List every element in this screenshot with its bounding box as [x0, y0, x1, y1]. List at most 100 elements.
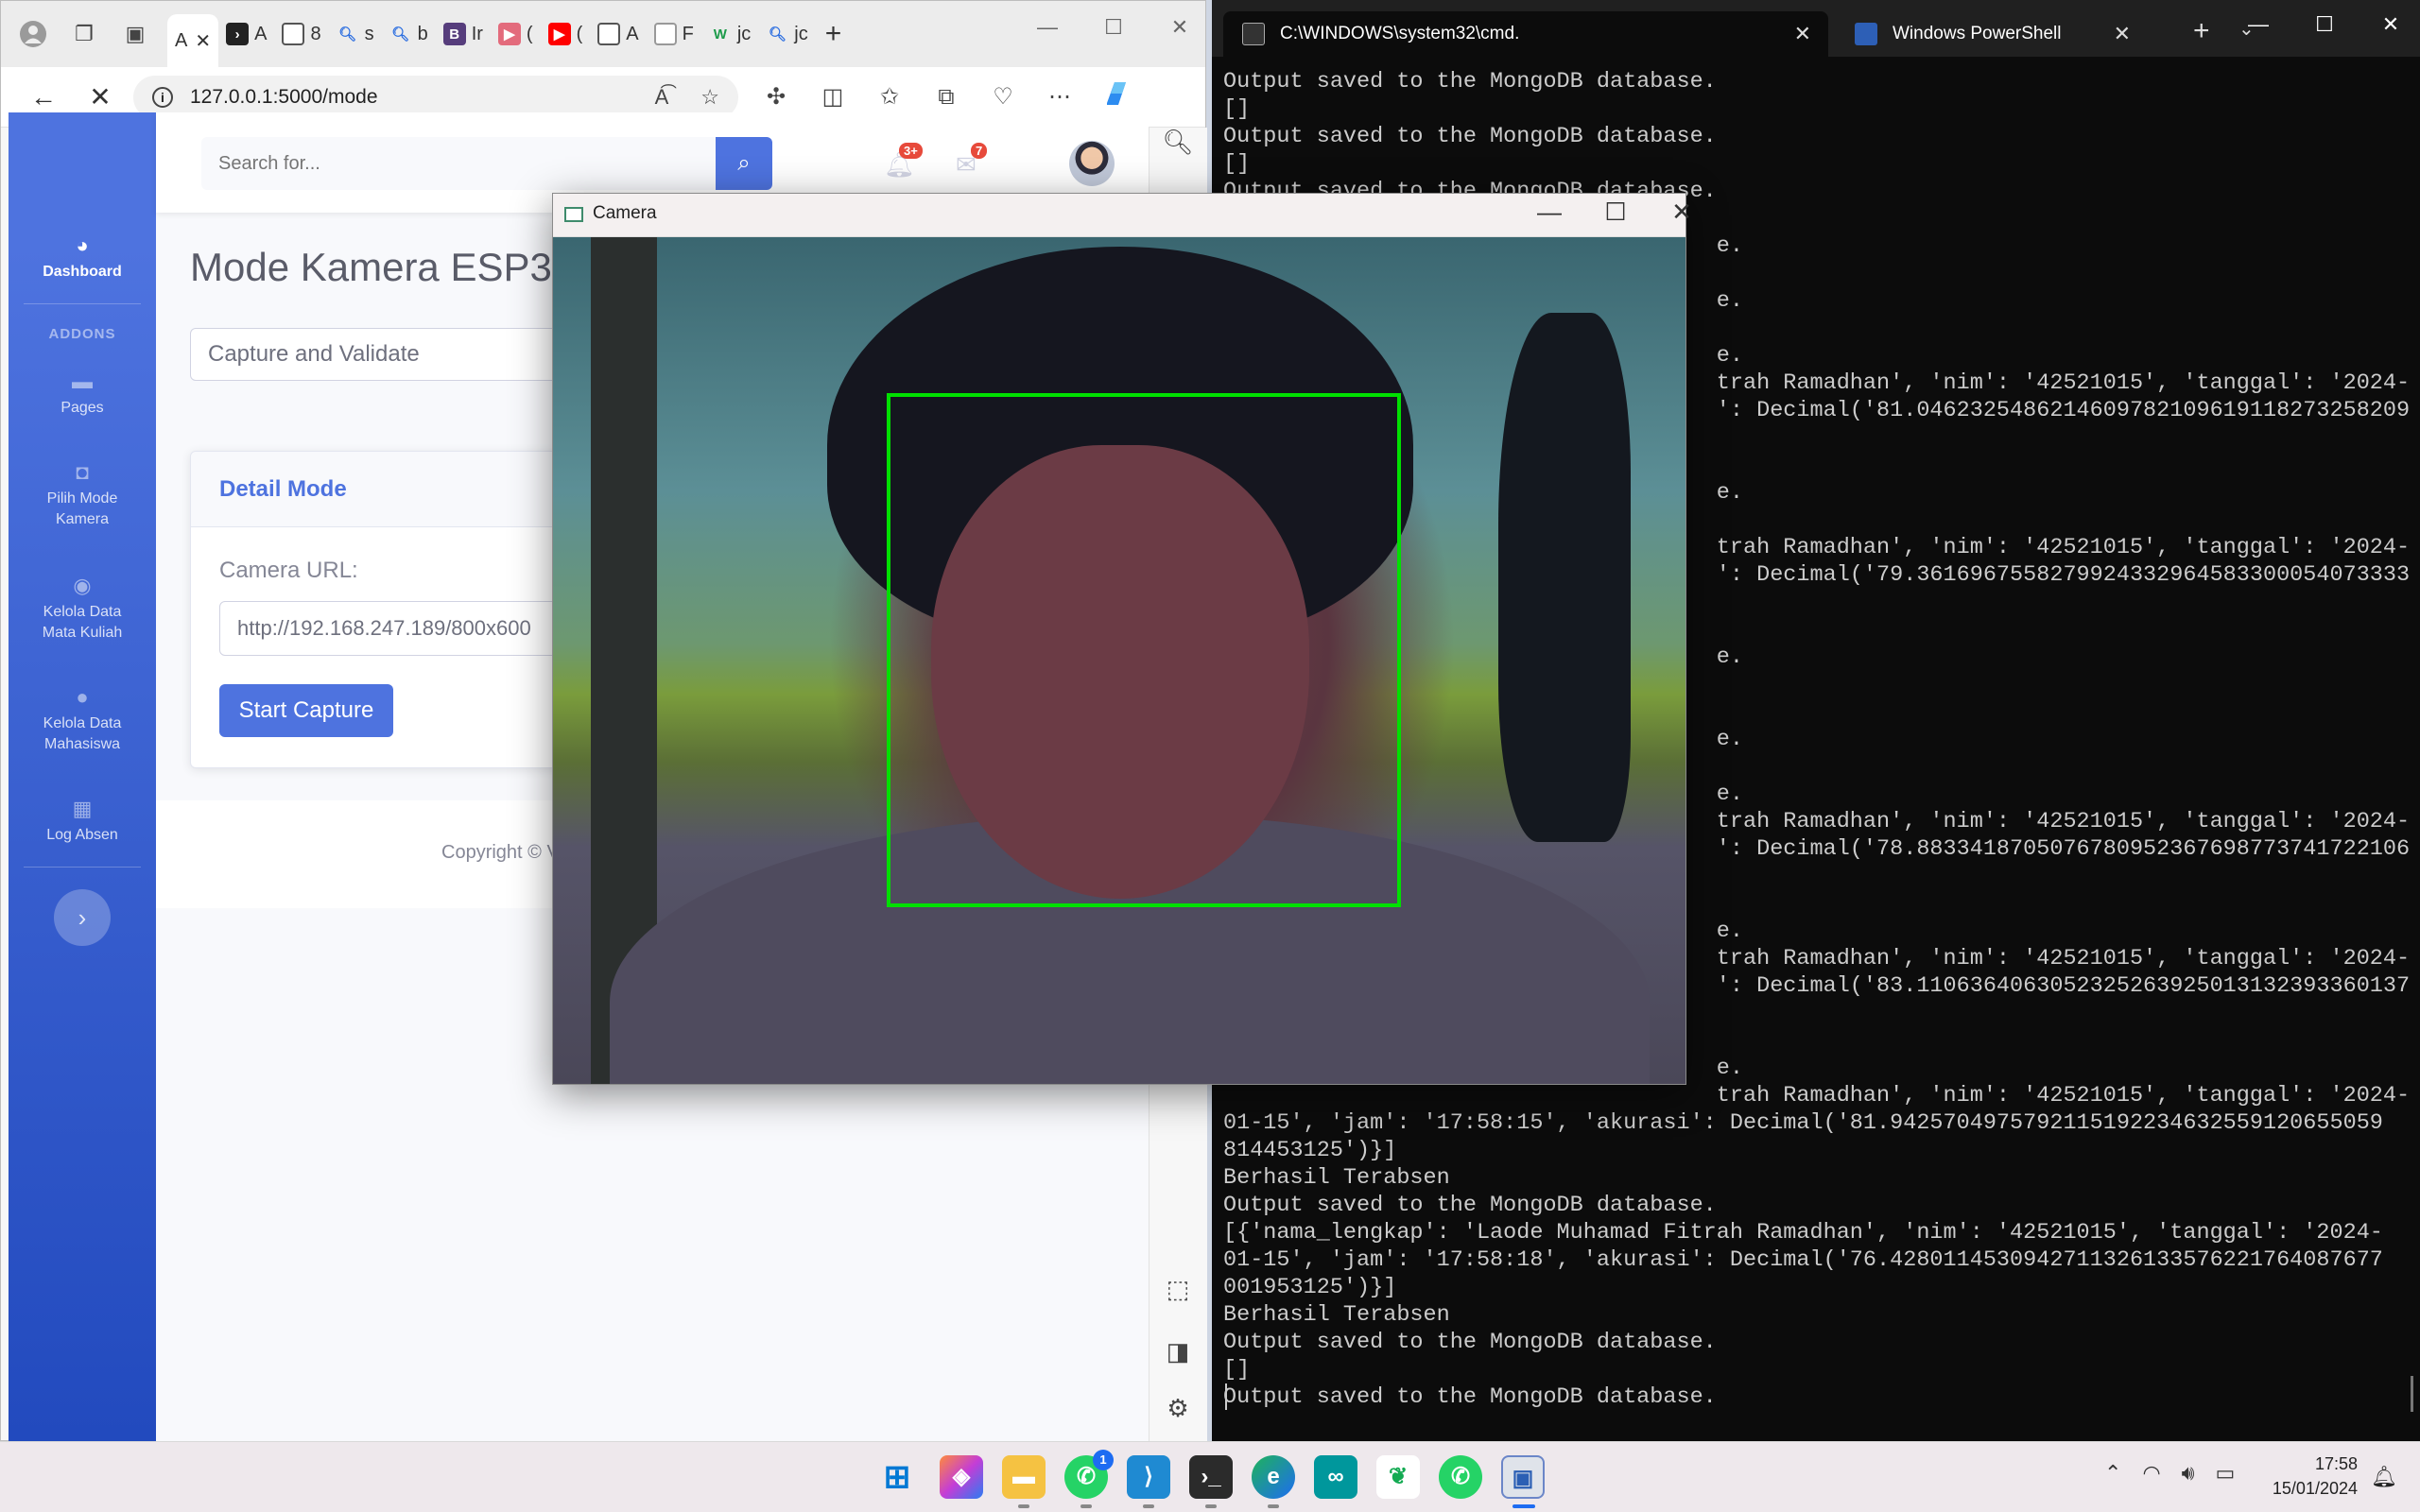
- mongodb-compass-icon[interactable]: ❦: [1376, 1455, 1420, 1499]
- terminal-line: trah Ramadhan', 'nim': '42521015', 'tang…: [1223, 1083, 2411, 1108]
- tab-title: (: [526, 23, 533, 44]
- app-sidebar: ◕ Dashboard ADDONS ▬ Pages ◘ Pilih Mode …: [9, 112, 156, 1441]
- tab-title: F: [682, 23, 694, 44]
- messages-envelope-icon[interactable]: ✉ 7: [956, 143, 988, 180]
- eye-icon: ◉: [73, 574, 92, 597]
- browser-tab[interactable]: ▶(: [541, 11, 591, 57]
- close-tab-icon[interactable]: ✕: [195, 29, 211, 53]
- terminal-line: []: [1223, 96, 1251, 122]
- favorite-star-icon[interactable]: ☆: [700, 85, 719, 110]
- screenshot-icon[interactable]: ⬚: [1150, 1275, 1206, 1304]
- browser-essentials-icon[interactable]: ♡: [975, 83, 1031, 111]
- minimize-icon[interactable]: —: [1014, 9, 1080, 46]
- file-explorer-icon[interactable]: ▬: [1002, 1455, 1046, 1499]
- camera-app-icon: [564, 207, 583, 222]
- sidebar-item-pilih-mode-kamera[interactable]: ◘ Pilih Mode Kamera: [9, 462, 156, 530]
- terminal-icon[interactable]: ›_: [1189, 1455, 1233, 1499]
- sidebar-item-kelola-mahasiswa[interactable]: ● Kelola Data Mahasiswa: [9, 687, 156, 755]
- browser-tab[interactable]: 8: [274, 11, 328, 57]
- maximize-icon[interactable]: ☐: [1587, 198, 1644, 227]
- extensions-icon[interactable]: ✣: [748, 83, 804, 111]
- volume-icon[interactable]: 🔊︎: [2182, 1461, 2195, 1486]
- browser-tab[interactable]: Wjc: [701, 11, 758, 57]
- workspaces-icon[interactable]: ❐: [65, 15, 103, 53]
- copilot-icon[interactable]: [1088, 78, 1145, 115]
- collections-icon[interactable]: ⧉: [918, 84, 975, 111]
- clock[interactable]: 17:58 15/01/2024: [2259, 1452, 2358, 1501]
- maximize-icon[interactable]: ☐: [2291, 6, 2358, 43]
- whatsapp-icon[interactable]: ✆ 1: [1064, 1450, 1114, 1499]
- more-menu-icon[interactable]: ⋯: [1031, 83, 1088, 111]
- minimize-icon[interactable]: —: [1521, 198, 1578, 227]
- close-icon[interactable]: ✕: [1147, 9, 1213, 46]
- profile-icon[interactable]: [14, 15, 52, 53]
- browser-tab[interactable]: F: [647, 11, 701, 57]
- sidebar-item-kelola-mata-kuliah[interactable]: ◉ Kelola Data Mata Kuliah: [9, 576, 156, 644]
- copilot-preview-icon[interactable]: ◈: [940, 1455, 983, 1499]
- browser-tab[interactable]: B Ir: [436, 11, 491, 57]
- sidebar-collapse-button[interactable]: ›: [54, 889, 111, 946]
- minimize-icon[interactable]: —: [2225, 6, 2291, 43]
- stop-loading-icon[interactable]: ✕: [77, 81, 124, 112]
- sidebar-item-label: Log Absen: [46, 827, 118, 843]
- tab-title: A: [175, 29, 188, 51]
- browser-tab[interactable]: 🔍︎ s: [329, 11, 382, 57]
- browser-tab[interactable]: › A: [218, 11, 274, 57]
- arduino-icon[interactable]: ∞: [1314, 1455, 1357, 1499]
- terminal-scrollbar[interactable]: [2411, 1376, 2413, 1412]
- sidebar-toggle-icon[interactable]: ◨: [1150, 1337, 1206, 1366]
- new-terminal-tab-icon[interactable]: +: [2193, 15, 2210, 47]
- search-icon[interactable]: 🔍︎: [1150, 128, 1206, 157]
- python-camera-app-icon[interactable]: ▣: [1501, 1455, 1545, 1499]
- browser-tab-active[interactable]: A ✕: [167, 14, 219, 67]
- notification-bell-icon[interactable]: 🔔︎: [2371, 1465, 2397, 1489]
- close-tab-icon[interactable]: ✕: [1794, 11, 1811, 57]
- back-arrow-icon[interactable]: ←: [20, 82, 67, 112]
- close-tab-icon[interactable]: ✕: [2114, 11, 2131, 57]
- settings-gear-icon[interactable]: ⚙: [1150, 1394, 1206, 1423]
- tab-title: b: [417, 23, 428, 44]
- read-aloud-icon[interactable]: A͡: [655, 85, 669, 110]
- search-input[interactable]: [201, 137, 716, 190]
- browser-tab[interactable]: ▶(: [491, 11, 541, 57]
- terminal-line: []: [1223, 151, 1251, 177]
- new-tab-icon[interactable]: +: [825, 18, 842, 50]
- vscode-icon[interactable]: ⟩: [1127, 1455, 1170, 1499]
- chevron-up-icon[interactable]: ⌃: [2104, 1461, 2121, 1486]
- sidebar-item-dashboard[interactable]: ◕ Dashboard: [9, 235, 156, 283]
- close-icon[interactable]: ✕: [2358, 6, 2420, 43]
- tachometer-icon: ◕: [76, 233, 89, 257]
- tab-title: C:\WINDOWS\system32\cmd.: [1280, 24, 1520, 43]
- terminal-tab-powershell[interactable]: Windows PowerShell ✕: [1836, 11, 2148, 57]
- terminal-line: Output saved to the MongoDB database.: [1223, 1384, 1717, 1410]
- close-icon[interactable]: ✕: [1653, 198, 1710, 227]
- alerts-bell-icon[interactable]: 🔔︎ 3+: [884, 143, 923, 180]
- maximize-icon[interactable]: ☐: [1080, 9, 1147, 46]
- whatsapp-business-icon[interactable]: ✆: [1439, 1455, 1482, 1499]
- browser-tab[interactable]: A: [590, 11, 646, 57]
- browser-tab[interactable]: 🔍︎ jc: [758, 11, 815, 57]
- windows-start-icon[interactable]: ⊞: [875, 1455, 919, 1499]
- favorites-icon[interactable]: ✩: [861, 83, 918, 111]
- split-screen-icon[interactable]: ◫: [804, 83, 861, 111]
- avatar[interactable]: [1069, 141, 1115, 186]
- terminal-icon: ›: [226, 23, 250, 45]
- terminal-tab-cmd[interactable]: C:\WINDOWS\system32\cmd. ✕: [1223, 11, 1828, 57]
- browser-tab[interactable]: 🔍︎ b: [382, 11, 436, 57]
- tab-actions-icon[interactable]: ▣: [116, 15, 154, 53]
- site-info-icon[interactable]: i: [152, 86, 173, 108]
- running-indicator: [1018, 1504, 1029, 1508]
- start-capture-button[interactable]: Start Capture: [219, 684, 393, 737]
- search-button[interactable]: ⌕: [716, 137, 772, 190]
- search-icon: 🔍︎: [768, 26, 786, 43]
- camera-icon: ◘: [76, 460, 89, 484]
- battery-icon[interactable]: ▭: [2216, 1461, 2236, 1486]
- search-icon: 🔍︎: [338, 26, 357, 43]
- edge-browser-icon[interactable]: e: [1252, 1455, 1295, 1499]
- sidebar-item-pages[interactable]: ▬ Pages: [9, 371, 156, 419]
- camera-window: Camera — ☐ ✕: [552, 193, 1692, 1085]
- sidebar-item-log-absen[interactable]: ▦ Log Absen: [9, 799, 156, 846]
- wifi-icon[interactable]: ◠: [2142, 1461, 2160, 1486]
- search-icon: 🔍︎: [391, 26, 410, 43]
- terminal-line: 01-15', 'jam': '17:58:15', 'akurasi': De…: [1223, 1110, 2383, 1136]
